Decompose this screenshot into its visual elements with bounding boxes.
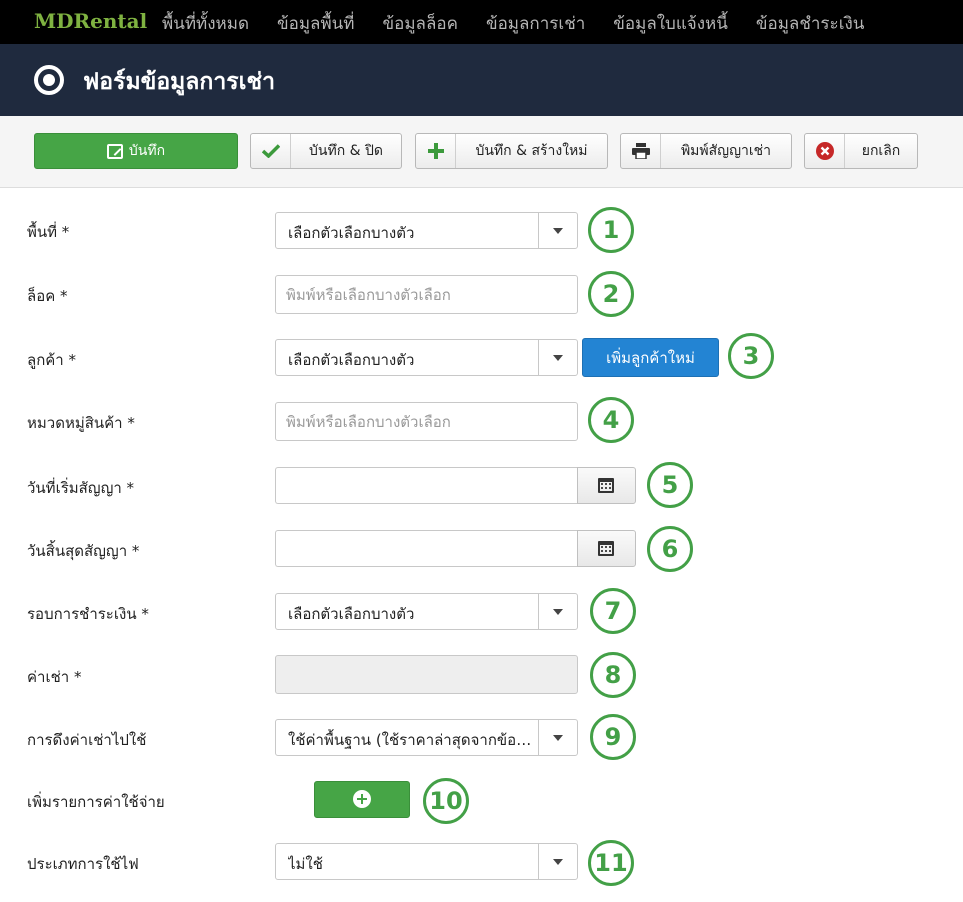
nav-item-invoice-info[interactable]: ข้อมูลใบแจ้งหนี้ — [613, 10, 728, 37]
nav-item-area-info[interactable]: ข้อมูลพื้นที่ — [277, 10, 355, 37]
nav-item-payment-info[interactable]: ข้อมูลชำระเงิน — [756, 10, 865, 37]
top-navbar: MDRental พื้นที่ทั้งหมด ข้อมูลพื้นที่ ข้… — [0, 0, 963, 44]
print-contract-button[interactable]: พิมพ์สัญญาเช่า — [620, 133, 792, 169]
rent-source-label: การดึงค่าเช่าไปใช้ — [27, 731, 147, 749]
customer-select-value: เลือกตัวเลือกบางตัว — [288, 351, 415, 369]
chevron-down-icon — [538, 340, 577, 375]
end-date-calendar-button[interactable] — [577, 530, 636, 567]
calendar-icon — [598, 478, 614, 493]
category-input[interactable] — [275, 402, 578, 441]
callout-badge-4: 4 — [588, 397, 634, 443]
area-select[interactable]: เลือกตัวเลือกบางตัว — [275, 212, 578, 249]
save-new-button[interactable]: บันทึก & สร้างใหม่ — [415, 133, 608, 169]
chevron-down-icon — [538, 213, 577, 248]
billing-cycle-select-value: เลือกตัวเลือกบางตัว — [288, 605, 415, 623]
callout-badge-7: 7 — [590, 588, 636, 634]
add-expense-button[interactable] — [314, 781, 410, 818]
action-toolbar: บันทึก บันทึก & ปิด บันทึก & สร้างใหม่ พ… — [0, 116, 963, 188]
end-date-input[interactable] — [275, 530, 578, 567]
brand-logo[interactable]: MDRental — [34, 9, 147, 33]
calendar-icon — [598, 541, 614, 556]
plus-circle-icon — [353, 790, 371, 808]
edit-icon — [106, 143, 123, 159]
customer-select[interactable]: เลือกตัวเลือกบางตัว — [275, 339, 578, 376]
area-select-value: เลือกตัวเลือกบางตัว — [288, 224, 415, 242]
chevron-down-icon — [538, 844, 577, 879]
callout-badge-9: 9 — [590, 714, 636, 760]
printer-icon — [621, 134, 661, 168]
callout-badge-5: 5 — [647, 462, 693, 508]
nav-item-all-areas[interactable]: พื้นที่ทั้งหมด — [162, 10, 249, 37]
callout-badge-8: 8 — [590, 652, 636, 698]
add-expense-label: เพิ่มรายการค่าใช้จ่าย — [27, 793, 165, 811]
callout-badge-11: 11 — [588, 840, 634, 886]
save-close-label: บันทึก & ปิด — [309, 143, 383, 159]
add-customer-button[interactable]: เพิ่มลูกค้าใหม่ — [582, 338, 719, 377]
rent-input — [275, 655, 578, 694]
billing-cycle-label: รอบการชำระเงิน * — [27, 605, 149, 623]
chevron-down-icon — [538, 720, 577, 755]
callout-badge-2: 2 — [588, 271, 634, 317]
cancel-button[interactable]: ยกเลิก — [804, 133, 918, 169]
lock-label: ล็อค * — [27, 287, 68, 305]
check-icon — [251, 134, 291, 168]
rent-source-select[interactable]: ใช้ค่าพื้นฐาน (ใช้ราคาล่าสุดจากข้อมูลล็อ… — [275, 719, 578, 756]
area-label: พื้นที่ * — [27, 223, 70, 241]
plus-icon — [416, 134, 456, 168]
callout-badge-1: 1 — [588, 207, 634, 253]
start-date-calendar-button[interactable] — [577, 467, 636, 504]
save-button-label: บันทึก — [128, 143, 166, 159]
lock-input[interactable] — [275, 275, 578, 314]
chevron-down-icon — [538, 594, 577, 629]
billing-cycle-select[interactable]: เลือกตัวเลือกบางตัว — [275, 593, 578, 630]
print-contract-label: พิมพ์สัญญาเช่า — [680, 143, 772, 159]
cancel-label: ยกเลิก — [861, 143, 901, 159]
rent-source-select-value: ใช้ค่าพื้นฐาน (ใช้ราคาล่าสุดจากข้อมูลล็อ… — [288, 731, 538, 749]
electricity-select-value: ไม่ใช้ — [288, 855, 323, 873]
electricity-select[interactable]: ไม่ใช้ — [275, 843, 578, 880]
rent-label: ค่าเช่า * — [27, 668, 82, 686]
callout-badge-6: 6 — [647, 526, 693, 572]
save-button[interactable]: บันทึก — [34, 133, 238, 169]
start-date-label: วันที่เริ่มสัญญา * — [27, 479, 135, 497]
page-header: ฟอร์มข้อมูลการเช่า — [0, 44, 963, 116]
nav-item-lock-info[interactable]: ข้อมูลล็อค — [383, 10, 458, 37]
start-date-input[interactable] — [275, 467, 578, 504]
customer-label: ลูกค้า * — [27, 351, 76, 369]
save-close-button[interactable]: บันทึก & ปิด — [250, 133, 402, 169]
save-new-label: บันทึก & สร้างใหม่ — [475, 143, 588, 159]
electricity-label: ประเภทการใช้ไฟ — [27, 855, 139, 873]
category-label: หมวดหมู่สินค้า * — [27, 414, 135, 432]
callout-badge-10: 10 — [423, 778, 469, 824]
target-circle-icon — [34, 65, 64, 95]
nav-menu: พื้นที่ทั้งหมด ข้อมูลพื้นที่ ข้อมูลล็อค … — [162, 10, 892, 37]
page-title: ฟอร์มข้อมูลการเช่า — [83, 69, 275, 95]
callout-badge-3: 3 — [728, 333, 774, 379]
end-date-label: วันสิ้นสุดสัญญา * — [27, 542, 140, 560]
nav-item-rental-info[interactable]: ข้อมูลการเช่า — [486, 10, 585, 37]
cancel-circle-icon — [805, 134, 845, 168]
